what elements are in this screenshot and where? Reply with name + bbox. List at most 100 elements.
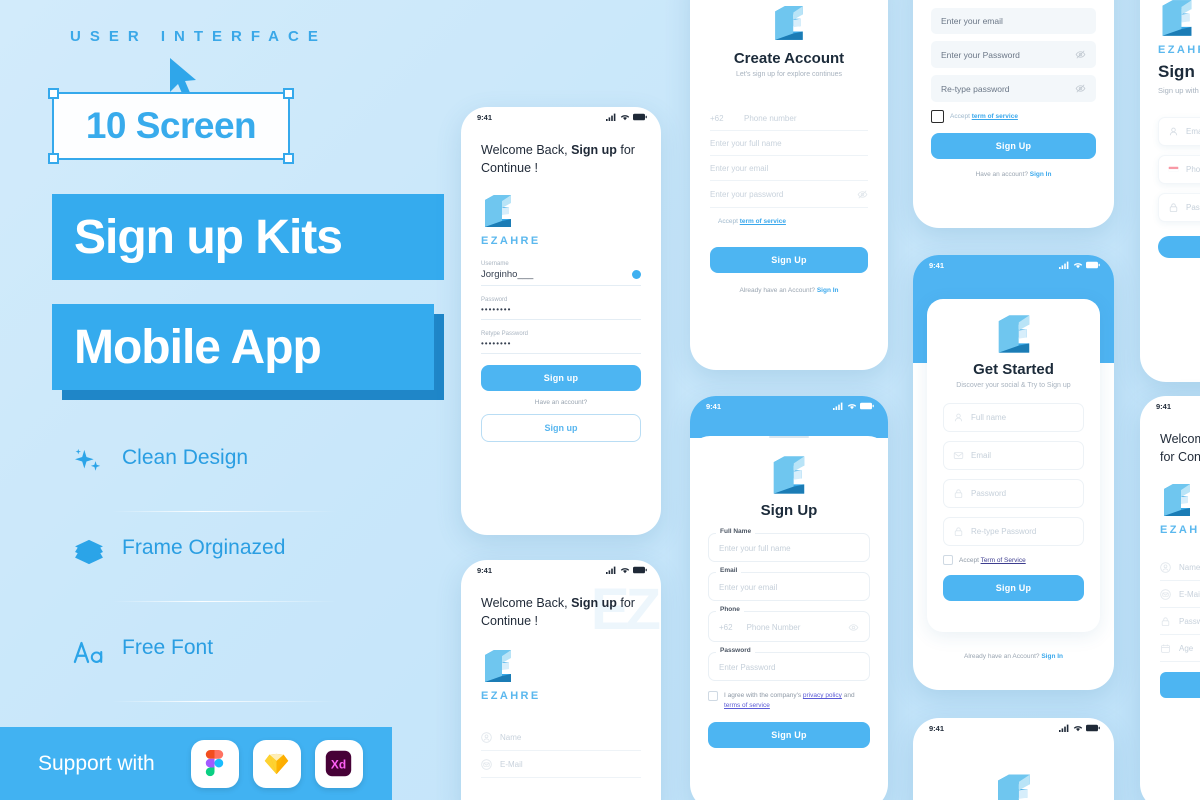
field-placeholder: Re-type Password [971,527,1037,536]
signup-button[interactable]: Sign Up [710,247,868,273]
field-password[interactable]: Password •••••••• [481,297,641,321]
field-full-name[interactable]: Full name [943,403,1084,432]
signin-link[interactable]: Sign In [817,287,839,294]
field-username[interactable]: Username Jorginho___ [481,261,641,287]
field-email[interactable]: Email Enter your email [708,567,870,601]
status-bar-icons [606,566,647,574]
field-placeholder: Full name [971,413,1007,422]
field-password[interactable]: Password [1158,193,1200,222]
flag-icon [1168,166,1179,172]
field-label: Age [1179,644,1194,654]
supported-apps-list: Xd [177,739,363,788]
field-placeholder: Enter your email [710,164,769,173]
privacy-policy-link[interactable]: privacy policy [803,692,842,699]
resize-handle-bottom-left[interactable] [48,153,59,164]
accept-terms-row[interactable]: Accept term of service [931,110,1096,123]
accept-terms-row[interactable]: Accept Term of Service [943,555,1084,565]
field-label: Password [716,647,755,654]
already-account-note: Already have an Account? Sign In [913,653,1114,660]
ezahre-logo-icon [775,6,803,40]
status-bar-icons [1059,261,1100,269]
headline-line-2: Mobile App [74,320,322,374]
field-age[interactable]: Age [1160,635,1200,663]
field-email[interactable]: Enter your email [931,8,1096,34]
agree-checkbox[interactable] [708,691,718,701]
terms-of-service-link[interactable]: terms of service [724,702,770,709]
user-icon [954,413,963,422]
heading-pre: Welcome Back, [481,143,572,157]
resize-handle-bottom-right[interactable] [283,153,294,164]
field-placeholder: Re-type password [941,83,1010,94]
field-phone[interactable]: Phone +62 Phone Number [708,606,870,642]
signup-button[interactable]: Sign Up [708,721,870,748]
field-label: E-Mail [1179,590,1200,600]
eye-off-icon[interactable] [1075,49,1086,60]
signup-button[interactable] [1160,672,1200,699]
headline-bar-secondary: Mobile App [52,304,434,390]
status-bar-time: 9:41 [477,565,493,575]
resize-handle-top-left[interactable] [48,88,59,99]
accept-checkbox[interactable] [931,110,944,123]
signup-button[interactable]: Sign up [481,365,641,392]
sheet-grabber[interactable] [769,436,809,438]
terms-link[interactable]: term of service [740,218,786,225]
accept-label: Accept [718,218,740,225]
field-retype-password[interactable]: Re-type password [931,75,1096,102]
wifi-icon [1073,263,1083,269]
signin-link[interactable]: Sign In [1030,171,1052,178]
field-email[interactable]: Email [943,441,1084,470]
accept-checkbox[interactable] [943,555,953,565]
agree-terms-row[interactable]: I agree with the company's privacy polic… [708,691,870,712]
field-password[interactable]: Password Enter Password [708,647,870,681]
field-email[interactable]: E-Mail [481,751,641,779]
adobe-xd-icon[interactable]: Xd [314,739,363,788]
field-password[interactable]: Password [943,479,1084,508]
field-password[interactable]: Enter your password [710,181,868,208]
signin-link[interactable]: Sign In [1041,653,1063,660]
field-email[interactable]: E-Mail [1160,581,1200,609]
accept-terms-row[interactable]: Accept term of service [718,218,868,225]
signup-button[interactable]: Sign Up [943,575,1084,601]
field-phone[interactable]: +62 Phone number [710,106,868,131]
legal-note-line-2: terms of [1158,282,1200,294]
terms-link[interactable]: term of service [972,113,1018,120]
field-phone[interactable]: Phone [1158,155,1200,184]
field-name[interactable]: Name [1160,554,1200,582]
field-email[interactable]: Enter your email [710,156,868,181]
user-icon [1169,127,1178,136]
field-full-name[interactable]: Full Name Enter your full name [708,528,870,562]
field-placeholder: Enter your full name [719,544,791,553]
field-name[interactable]: Name [481,724,641,752]
field-label: E-Mail [500,760,523,770]
field-retype-password[interactable]: Re-type Password [943,517,1084,546]
field-label: Email [716,567,742,574]
field-retype-password[interactable]: Retype Password •••••••• [481,331,641,355]
field-email[interactable]: Email [1158,117,1200,146]
terms-link[interactable]: Term of Service [981,557,1026,564]
eye-off-icon[interactable] [848,622,859,633]
field-full-name[interactable]: Enter your full name [710,131,868,156]
ezahre-logo-icon [997,774,1030,800]
heading-pre: Welcome Back, [1160,432,1200,446]
ten-screen-selection-box[interactable]: 10 Screen [48,88,294,164]
field-placeholder: Enter your password [710,190,784,199]
phone-screen-get-started: 9:41 Get Started Discover your social & … [913,255,1114,690]
field-label: Username [481,261,509,268]
field-label: Password [1179,617,1200,627]
field-password[interactable]: Password [1160,608,1200,636]
figma-icon[interactable] [190,739,239,788]
sketch-icon[interactable] [252,739,301,788]
layers-icon [72,536,106,568]
eye-off-icon[interactable] [857,189,868,200]
signup-secondary-button[interactable]: Sign up [481,414,641,443]
wifi-icon [620,568,630,574]
footer-note: Already have an Account? [963,653,1042,660]
resize-handle-top-right[interactable] [283,88,294,99]
eye-off-icon[interactable] [1075,83,1086,94]
field-placeholder: Enter your full name [710,139,782,148]
signup-button[interactable]: Sign Up [931,133,1096,159]
field-password[interactable]: Enter your Password [931,41,1096,68]
phone-screen-create-account: Create Account Let's sign up for explore… [690,0,888,370]
signal-icon [1059,724,1069,732]
signup-button[interactable] [1158,236,1200,258]
